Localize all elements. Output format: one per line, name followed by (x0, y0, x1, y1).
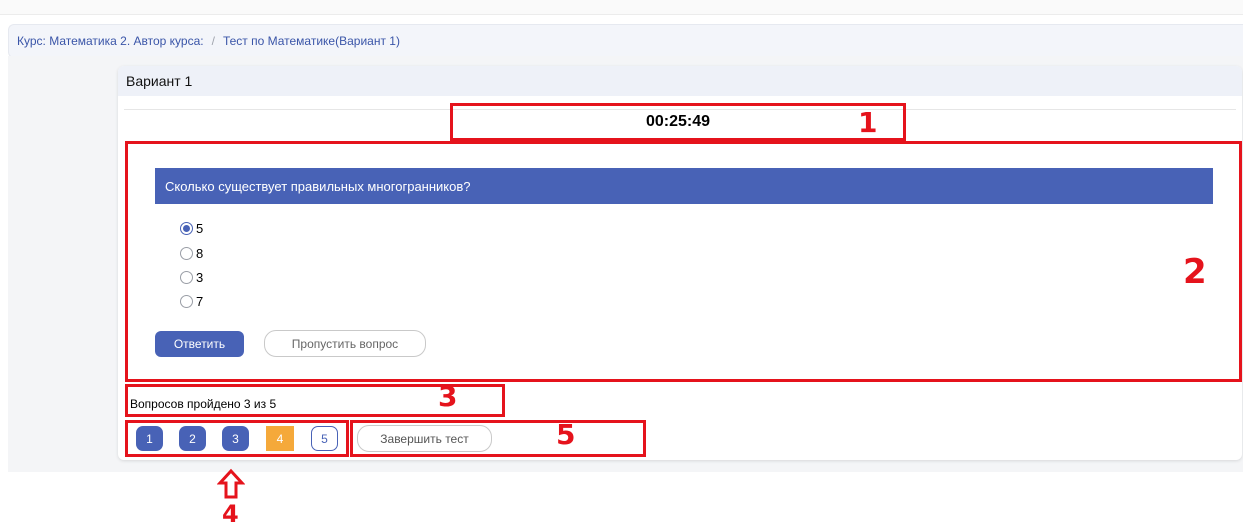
option-label: 8 (196, 246, 204, 261)
breadcrumb-separator: / (211, 34, 215, 48)
variant-title: Вариант 1 (126, 73, 193, 89)
option-label: 5 (196, 221, 204, 236)
radio-button-selected[interactable] (180, 222, 193, 235)
annotation-2: 2 (1183, 252, 1207, 292)
question-nav-button-1[interactable]: 1 (136, 426, 163, 451)
skip-question-button[interactable]: Пропустить вопрос (264, 330, 426, 357)
timer: 00:25:49 (450, 103, 906, 141)
annotation-5: 5 (556, 418, 576, 451)
finish-test-button[interactable]: Завершить тест (357, 425, 492, 452)
option-label: 7 (196, 294, 204, 309)
answer-button[interactable]: Ответить (155, 331, 244, 357)
progress-text: Вопросов пройдено 3 из 5 (130, 397, 277, 411)
breadcrumb: Курс: Математика 2. Автор курса: / Тест … (8, 24, 1243, 58)
option-item[interactable]: 7 (180, 294, 203, 309)
option-item[interactable]: 8 (180, 246, 203, 261)
annotation-3: 3 (438, 380, 458, 413)
option-item[interactable]: 5 (180, 221, 203, 236)
card-header: Вариант 1 (118, 66, 1242, 96)
question-header: Сколько существует правильных многогранн… (155, 168, 1213, 204)
question-nav-button-2[interactable]: 2 (179, 426, 206, 451)
top-bar (0, 0, 1243, 15)
up-arrow-icon (217, 468, 245, 499)
timer-value: 00:25:49 (645, 113, 711, 130)
breadcrumb-course-link[interactable]: Курс: Математика 2. Автор курса: (17, 34, 204, 48)
radio-button[interactable] (180, 247, 193, 260)
option-label: 3 (196, 270, 204, 285)
question-nav-button-3[interactable]: 3 (222, 426, 249, 451)
annotation-1: 1 (858, 106, 878, 139)
annotation-4: 4 (222, 500, 239, 528)
breadcrumb-current[interactable]: Тест по Математике(Вариант 1) (223, 34, 400, 48)
question-text: Сколько существует правильных многогранн… (165, 178, 471, 194)
question-nav-button-5[interactable]: 5 (311, 426, 338, 451)
radio-button[interactable] (180, 271, 193, 284)
option-item[interactable]: 3 (180, 270, 203, 285)
radio-button[interactable] (180, 295, 193, 308)
question-nav-button-4[interactable]: 4 (266, 426, 294, 451)
